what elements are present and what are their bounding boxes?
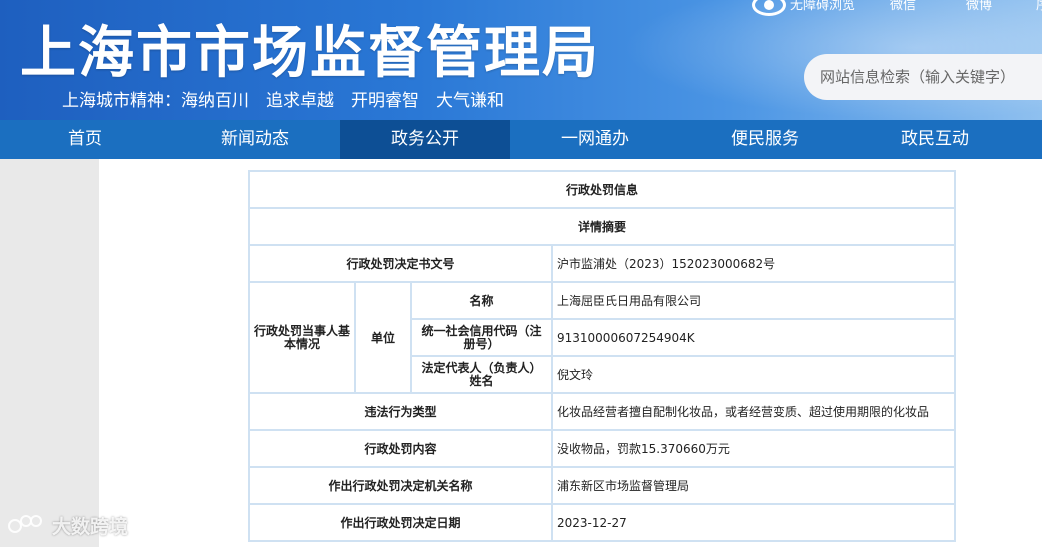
credit-code-value: 91310000607254904K bbox=[550, 318, 957, 357]
violation-type-label: 违法行为类型 bbox=[248, 392, 553, 431]
table-title: 行政处罚信息 bbox=[247, 170, 957, 209]
credit-code-label: 统一社会信用代码（注册号） bbox=[410, 318, 553, 357]
decision-date-value: 2023-12-27 bbox=[550, 503, 957, 542]
nav-home[interactable]: 首页 bbox=[0, 120, 170, 159]
table-subtitle: 详情摘要 bbox=[247, 207, 957, 246]
unit-label: 单位 bbox=[354, 281, 412, 394]
name-value: 上海屈臣氏日用品有限公司 bbox=[550, 281, 957, 320]
barrier-free-link[interactable]: 无障碍浏览 bbox=[752, 0, 855, 16]
decision-no-label: 行政处罚决定书文号 bbox=[248, 244, 553, 283]
eye-icon bbox=[752, 0, 786, 16]
more-label: 序 bbox=[1036, 0, 1042, 13]
watermark: 大数跨境 bbox=[8, 512, 128, 539]
city-motto: 上海城市精神：海纳百川 追求卓越 开明睿智 大气谦和 bbox=[62, 91, 504, 111]
legal-rep-label: 法定代表人（负责人）姓名 bbox=[410, 355, 553, 394]
main-nav: 首页 新闻动态 政务公开 一网通办 便民服务 政民互动 bbox=[0, 120, 1042, 159]
nav-news[interactable]: 新闻动态 bbox=[170, 120, 340, 159]
nav-public-services[interactable]: 便民服务 bbox=[680, 120, 850, 159]
penalty-info-table: 行政处罚信息 详情摘要 行政处罚决定书文号 沪市监浦处（2023）1520230… bbox=[247, 170, 957, 542]
nav-online-services[interactable]: 一网通办 bbox=[510, 120, 680, 159]
nav-government-affairs[interactable]: 政务公开 bbox=[340, 120, 510, 159]
penalty-content-value: 没收物品，罚款15.370660万元 bbox=[550, 429, 957, 468]
authority-value: 浦东新区市场监督管理局 bbox=[550, 466, 957, 505]
nav-interaction[interactable]: 政民互动 bbox=[850, 120, 1020, 159]
weibo-label: 微博 bbox=[966, 0, 993, 13]
violation-type-value: 化妆品经营者擅自配制化妆品，或者经营变质、超过使用期限的化妆品 bbox=[550, 392, 957, 431]
wechat-link[interactable]: 微信 bbox=[890, 0, 916, 13]
name-label: 名称 bbox=[410, 281, 553, 320]
penalty-content-label: 行政处罚内容 bbox=[248, 429, 553, 468]
barrier-free-label: 无障碍浏览 bbox=[790, 0, 856, 13]
decision-no-value: 沪市监浦处（2023）152023000682号 bbox=[550, 244, 957, 283]
decision-date-label: 作出行政处罚决定日期 bbox=[248, 503, 553, 542]
search-input[interactable] bbox=[804, 54, 1042, 100]
watermark-text: 大数跨境 bbox=[52, 516, 129, 538]
site-title[interactable]: 上海市市场监督管理局 bbox=[20, 8, 600, 89]
party-label: 行政处罚当事人基本情况 bbox=[248, 281, 356, 394]
watermark-logo-icon bbox=[8, 514, 48, 537]
more-link[interactable]: 序 bbox=[1036, 0, 1042, 13]
authority-label: 作出行政处罚决定机关名称 bbox=[248, 466, 553, 505]
weibo-link[interactable]: 微博 bbox=[966, 0, 992, 13]
legal-rep-value: 倪文玲 bbox=[550, 355, 957, 394]
wechat-label: 微信 bbox=[890, 0, 917, 13]
site-search[interactable] bbox=[804, 54, 1042, 100]
